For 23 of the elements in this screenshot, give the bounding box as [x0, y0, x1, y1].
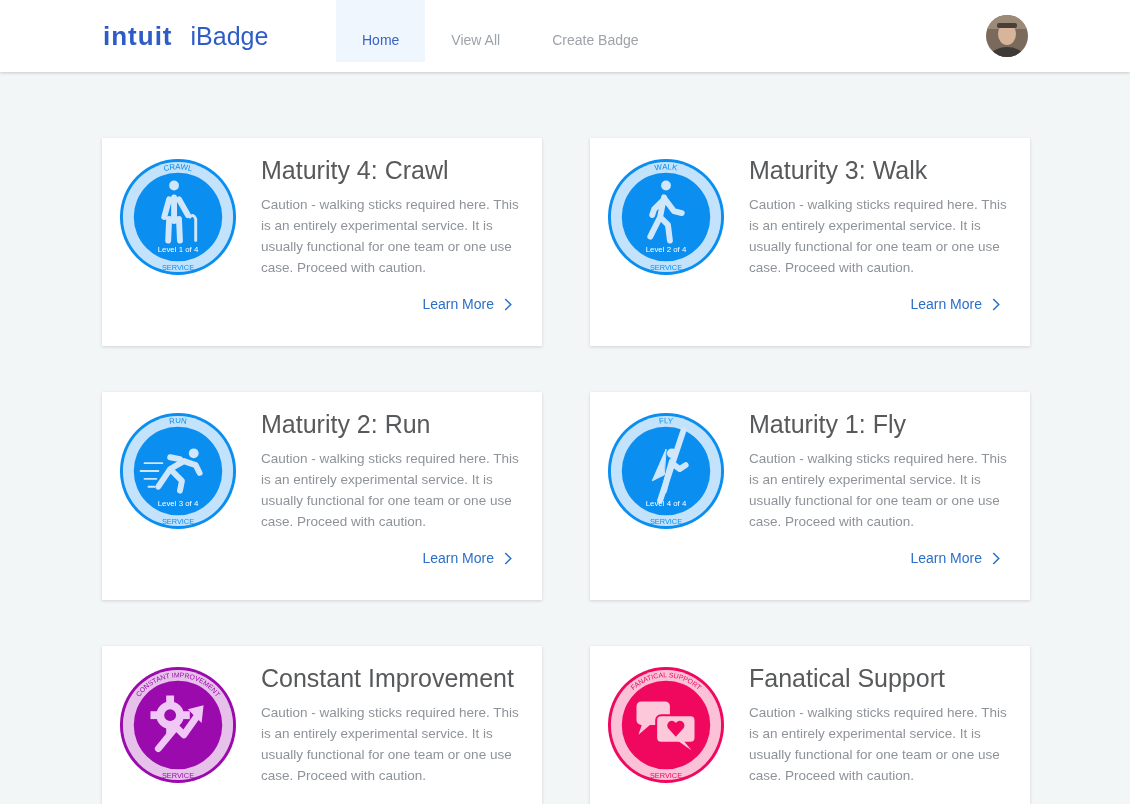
chevron-right-icon — [992, 551, 1000, 565]
nav-tab[interactable]: Home — [336, 0, 426, 62]
card-title: Maturity 2: Run — [261, 412, 432, 436]
card-title: Maturity 3: Walk — [749, 158, 929, 182]
chevron-right-icon — [504, 551, 512, 565]
card-description: Caution - walking sticks required here. This is an entirely experimental service. It is usually functional for one team or one use case. Proceed with caution. — [261, 704, 520, 785]
card-description: Caution - walking sticks required here. This is an entirely experimental service. It is usually functional for one team or one use case. Proceed with caution. — [749, 196, 1008, 277]
card-description: Caution - walking sticks required here. This is an entirely experimental service. It is usually functional for one team or one use case. Proceed with caution. — [261, 196, 520, 277]
card-title: Fanatical Support — [749, 666, 946, 690]
card-description: Caution - walking sticks required here. This is an entirely experimental service. It is usually functional for one team or one use case. Proceed with caution. — [261, 450, 520, 531]
chevron-right-icon — [504, 297, 512, 311]
card-title: Constant Improvement — [261, 666, 515, 690]
card-title: Maturity 4: Crawl — [261, 158, 450, 182]
chevron-right-icon — [992, 297, 1000, 311]
card-title: Maturity 1: Fly — [749, 412, 907, 436]
learn-more-link[interactable]: Learn More — [910, 296, 1000, 312]
learn-more-link[interactable]: Learn More — [422, 550, 512, 566]
learn-more-link[interactable]: Learn More — [910, 550, 1000, 566]
card-description: Caution - walking sticks required here. This is an entirely experimental service. It is usually functional for one team or one use case. Proceed with caution. — [749, 704, 1008, 785]
app-name: iBadge — [190, 21, 269, 51]
learn-more-link[interactable]: Learn More — [422, 296, 512, 312]
card-description: Caution - walking sticks required here. This is an entirely experimental service. It is usually functional for one team or one use case. Proceed with caution. — [749, 450, 1008, 531]
logo: intuit — [103, 20, 173, 52]
